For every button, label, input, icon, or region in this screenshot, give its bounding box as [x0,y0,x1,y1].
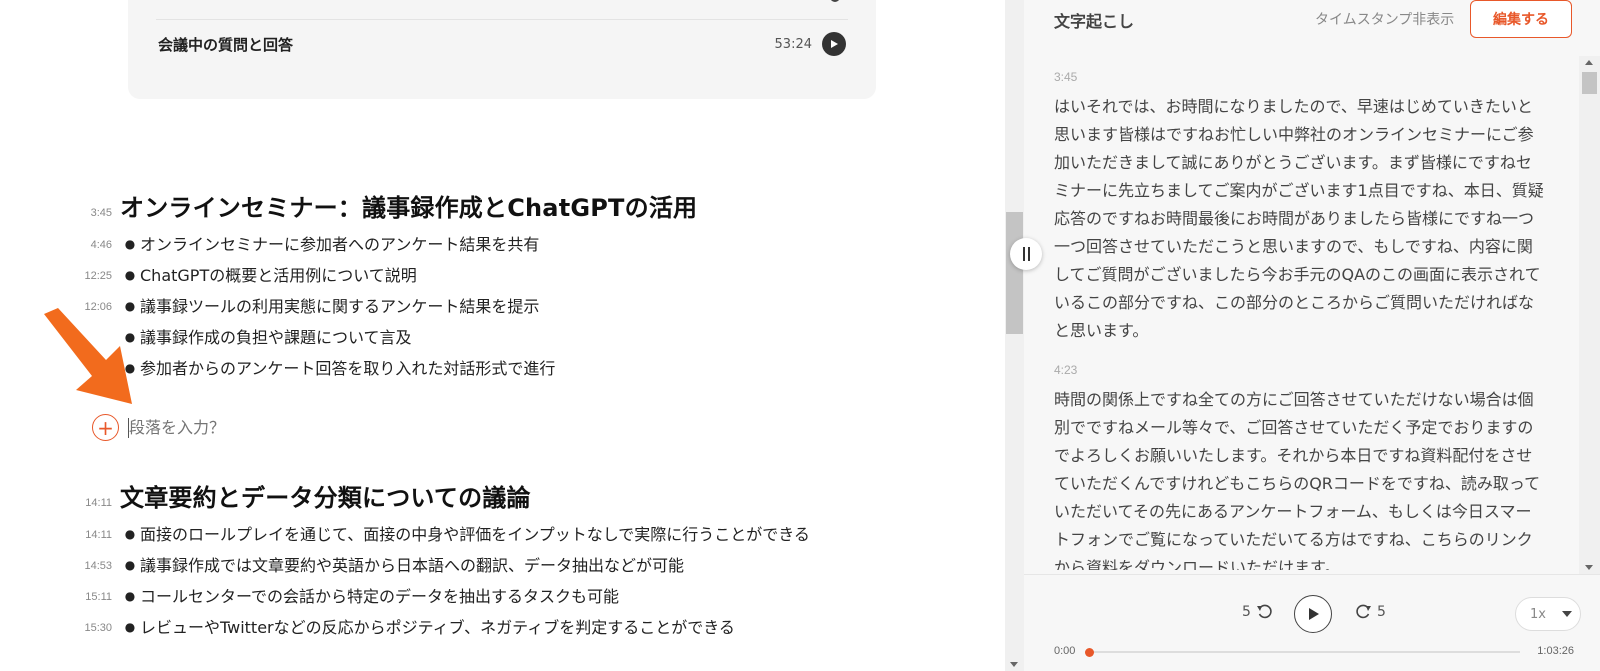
playback-speed-select[interactable]: 1x [1515,597,1581,631]
bullet-dot: ● [124,589,136,603]
transcript-panel: 文字起こし タイムスタンプ非表示 編集する 3:45 はいそれでは、お時間になり… [1024,0,1600,671]
grip-bar [1027,247,1030,261]
play-icon [1309,608,1319,620]
audio-player: 5 5 1x 0:00 1:03:26 [1024,574,1600,671]
add-paragraph-button[interactable]: + [92,414,119,441]
bullet-timestamp[interactable]: 14:11 [0,523,120,541]
section-timestamp[interactable]: 14:11 [0,497,120,509]
edit-button[interactable]: 編集する [1470,0,1572,38]
bullet-text: ChatGPTの概要と活用例について説明 [140,266,417,285]
bullet-text: 議事録作成では文章要約や英語から日本語への翻訳、データ抽出などが可能 [140,556,685,575]
summary-panel: 会議中の質問と回答 53:24 3:45 オンラインセミナー：議事録作成とCha… [0,0,1005,671]
transcript-block: 4:23 時間の関係上ですね全ての方にご回答させていただけない場合は個別でですね… [1054,363,1544,570]
progress-knob[interactable] [1085,648,1094,657]
chapter-title: 会議中の質問と回答 [158,35,294,54]
list-item: 15:30 ● レビューやTwitterなどの反応からポジティブ、ネガティブを判… [0,616,1000,647]
annotation-arrow-icon [44,308,132,404]
bullet-dot: ● [124,527,136,541]
bullet-timestamp[interactable]: 4:46 [0,233,120,251]
bullet-text: 参加者からのアンケート回答を取り入れた対話形式で進行 [140,359,556,378]
scroll-down-icon[interactable] [1010,662,1018,667]
transcript-text[interactable]: はいそれでは、お時間になりましたので、早速はじめていきたいと思います皆様はですね… [1054,93,1544,345]
section: 14:11 文章要約とデータ分類についての議論 14:11 ● 面接のロールプレ… [0,478,1000,647]
transcript-text[interactable]: 時間の関係上ですね全ての方にご回答させていただけない場合は個別でですねメール等々… [1054,386,1544,570]
scroll-up-icon[interactable] [1585,60,1593,65]
chapter-time: 53:24 [774,36,812,52]
bullet-dot: ● [124,268,136,282]
chapter-play-icon[interactable] [830,0,840,2]
total-time: 1:03:26 [1537,645,1574,657]
bullet-timestamp[interactable]: 15:11 [0,585,120,603]
list-item: 15:11 ● コールセンターでの会話から特定のデータを抽出するタスクも可能 [0,585,1000,616]
chevron-down-icon [1561,611,1572,617]
list-item: ● 議事録作成の負担や課題について言及 [0,326,1000,357]
current-time: 0:00 [1054,645,1076,657]
bullet-timestamp[interactable]: 12:25 [0,264,120,282]
skip-back-button[interactable]: 5 [1242,603,1274,621]
bullet-dot: ● [124,237,136,251]
list-item: 14:53 ● 議事録作成では文章要約や英語から日本語への翻訳、データ抽出などが… [0,554,1000,585]
section: 3:45 オンラインセミナー：議事録作成とChatGPTの活用 4:46 ● オ… [0,188,1000,388]
bullet-text: オンラインセミナーに参加者へのアンケート結果を共有 [140,235,540,254]
transcript-scrollbar[interactable] [1579,56,1600,574]
skip-forward-seconds: 5 [1377,604,1386,620]
bullet-timestamp[interactable]: 14:53 [0,554,120,572]
rewind-icon [1256,604,1272,619]
scrollbar-thumb[interactable] [1006,212,1023,334]
list-item: 12:06 ● 議事録ツールの利用実態に関するアンケート結果を提示 [0,295,1000,326]
bullet-timestamp[interactable]: 15:30 [0,616,120,634]
transcript-block: 3:45 はいそれでは、お時間になりましたので、早速はじめていきたいと思います皆… [1054,70,1544,345]
list-item: 12:25 ● ChatGPTの概要と活用例について説明 [0,264,1000,295]
chapter-row[interactable]: 会議中の質問と回答 53:24 [158,29,846,59]
transcript-timestamp[interactable]: 3:45 [1054,70,1544,84]
bullet-text: 面接のロールプレイを通じて、面接の中身や評価をインプットなしで実際に行うことがで… [140,525,810,544]
list-item: 4:46 ● オンラインセミナーに参加者へのアンケート結果を共有 [0,233,1000,264]
chapter-card: 会議中の質問と回答 53:24 [128,0,876,99]
section-timestamp[interactable]: 3:45 [0,207,120,219]
transcript-header: 文字起こし タイムスタンプ非表示 編集する [1024,0,1600,38]
forward-icon [1356,604,1371,619]
bullet-text: コールセンターでの会話から特定のデータを抽出するタスクも可能 [140,587,620,606]
bullet-text: 議事録ツールの利用実態に関するアンケート結果を提示 [140,297,540,316]
bullet-text: 議事録作成の負担や課題について言及 [140,328,412,347]
list-item: ● 参加者からのアンケート回答を取り入れた対話形式で進行 [0,357,1000,388]
play-button[interactable] [1294,595,1332,633]
scrollbar-thumb[interactable] [1582,72,1597,94]
bullet-text: レビューやTwitterなどの反応からポジティブ、ネガティブを判定することができ… [140,618,735,637]
bullet-dot: ● [124,620,136,634]
list-item: 14:11 ● 面接のロールプレイを通じて、面接の中身や評価をインプットなしで実… [0,523,1000,554]
summary-scrollbar[interactable] [1005,0,1024,671]
play-icon[interactable] [822,32,846,56]
divider [156,19,848,20]
speed-value: 1x [1530,606,1546,622]
progress-track[interactable] [1088,651,1520,653]
section-heading: 文章要約とデータ分類についての議論 [120,484,531,512]
hide-timestamps-toggle[interactable]: タイムスタンプ非表示 [1315,9,1454,29]
transcript-body: 3:45 はいそれでは、お時間になりましたので、早速はじめていきたいと思います皆… [1054,70,1544,570]
bullet-dot: ● [124,558,136,572]
skip-forward-button[interactable]: 5 [1354,603,1386,621]
panel-resize-handle[interactable] [1010,238,1042,270]
section-heading: オンラインセミナー：議事録作成とChatGPTの活用 [120,194,698,222]
grip-bar [1022,247,1025,261]
progress-bar[interactable]: 0:00 1:03:26 [1054,645,1574,661]
paragraph-input[interactable] [129,418,529,437]
transcript-title: 文字起こし [1054,12,1135,31]
scroll-down-icon[interactable] [1585,565,1593,570]
add-paragraph-row: + [92,414,529,441]
transcript-timestamp[interactable]: 4:23 [1054,363,1544,377]
skip-back-seconds: 5 [1242,604,1251,620]
